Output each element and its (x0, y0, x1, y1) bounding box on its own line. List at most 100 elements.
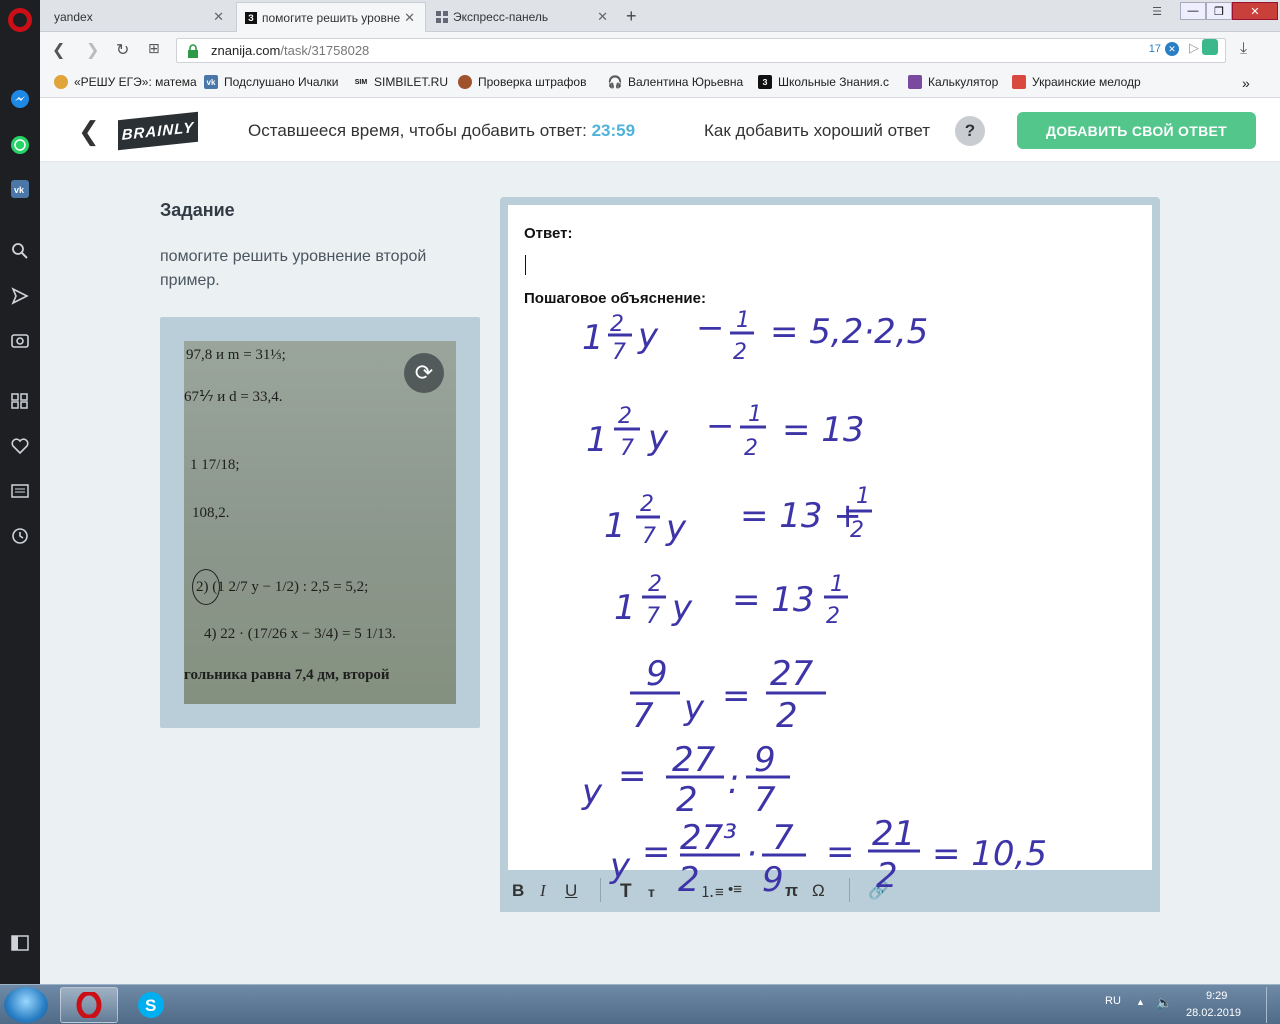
taskbar-skype[interactable]: S (122, 987, 180, 1023)
messenger-icon[interactable] (9, 88, 31, 110)
text-large-button[interactable]: T (620, 881, 632, 903)
back-button[interactable]: ❮ (52, 40, 65, 60)
search-icon[interactable] (9, 240, 31, 262)
photo-line: 108,2. (192, 505, 230, 521)
reload-button[interactable]: ↻ (116, 40, 129, 60)
timer-label: Оставшееся время, чтобы добавить ответ: (248, 121, 587, 140)
photo-line: 97,8 и m = 31⅓; (186, 347, 286, 363)
numbered-list-icon[interactable]: ⒈≡ (700, 881, 724, 902)
bookmark-item[interactable]: «РЕШУ ЕГЭ»: матема (54, 75, 197, 89)
news-icon[interactable] (9, 480, 31, 502)
brainly-logo[interactable]: BRAINLY (118, 111, 198, 151)
sidebar-toggle-icon[interactable] (9, 932, 31, 954)
bookmark-label: Подслушано Ичалки (224, 75, 339, 89)
text-caret (525, 255, 526, 275)
bookmark-item[interactable]: 🎧 Валентина Юрьевна (608, 75, 744, 89)
minimize-button[interactable]: — (1180, 2, 1206, 20)
maximize-button[interactable]: ❐ (1206, 2, 1232, 20)
language-indicator[interactable]: RU (1105, 995, 1121, 1007)
adblock-icon[interactable]: ✕ (1165, 42, 1179, 56)
howto-link[interactable]: Как добавить хороший ответ (704, 121, 930, 141)
new-tab-button[interactable]: + (626, 6, 637, 27)
bold-button[interactable]: B (512, 881, 524, 901)
send-icon[interactable] (9, 285, 31, 307)
omega-button[interactable]: Ω (812, 881, 825, 901)
answer-editor[interactable]: Ответ: Пошаговое объяснение: (508, 205, 1152, 870)
whatsapp-icon[interactable] (9, 134, 31, 156)
add-answer-button[interactable]: ДОБАВИТЬ СВОЙ ОТВЕТ (1017, 112, 1256, 149)
bookmark-label: Украинские мелодр (1032, 75, 1141, 89)
close-icon[interactable]: ✕ (404, 10, 415, 26)
url-path: /task/31758028 (280, 43, 370, 58)
forward-button[interactable]: ❯ (86, 40, 99, 60)
brainly-header: ❮ BRAINLY Оставшееся время, чтобы добави… (40, 100, 1280, 162)
calculator-icon (908, 75, 922, 89)
history-icon[interactable] (9, 525, 31, 547)
answer-label: Ответ: (524, 225, 573, 242)
underline-button[interactable]: U (565, 881, 577, 901)
vpn-icon[interactable] (1202, 39, 1218, 55)
bookmark-item[interactable]: vk Подслушано Ичалки (204, 75, 338, 89)
vk-icon[interactable]: vk (9, 178, 31, 200)
speed-dial-icon[interactable] (9, 390, 31, 412)
lock-icon (188, 44, 198, 58)
tab-znanija[interactable]: З помогите решить уровне ✕ (236, 2, 426, 32)
url-field[interactable]: znanija.com/task/31758028 17 ✕ ▷ ♡ (176, 38, 1226, 63)
tab-menu-icon[interactable]: ☰ (1146, 2, 1168, 20)
help-icon[interactable]: ? (955, 116, 985, 146)
photo-line: 1 17/18; (190, 457, 240, 473)
bookmark-item[interactable]: Проверка штрафов (458, 75, 586, 89)
bookmarks-more-icon[interactable]: » (1242, 75, 1250, 91)
page-body: Задание помогите решить уровнение второй… (40, 162, 1280, 984)
timer-info: Оставшееся время, чтобы добавить ответ: … (248, 121, 635, 141)
show-desktop-button[interactable] (1266, 987, 1278, 1023)
close-window-button[interactable]: ✕ (1232, 2, 1278, 20)
url-domain: znanija.com (211, 43, 281, 58)
photo-line: 4) 22 · (17/26 x − 3/4) = 5 1/13. (204, 626, 396, 642)
sim-icon: SIM (354, 78, 368, 86)
chevron-left-icon[interactable]: ❮ (78, 116, 100, 147)
attachment-icon[interactable]: 🔗 (868, 881, 889, 901)
grid-icon (436, 11, 448, 23)
bookmark-item[interactable]: Украинские мелодр (1012, 75, 1141, 89)
rotate-icon[interactable]: ⟳ (404, 353, 444, 393)
tab-express-panel[interactable]: Экспресс-панель ✕ (428, 2, 618, 32)
tabs-grid-icon[interactable]: ⊞ (148, 40, 160, 57)
svg-text:S: S (145, 996, 156, 1015)
timer-value: 23:59 (591, 121, 636, 140)
tab-yandex[interactable]: yandex ✕ (46, 2, 234, 32)
os-taskbar: S RU ▲ 🔈 9:29 28.02.2019 (0, 984, 1280, 1024)
volume-icon[interactable]: 🔈 (1156, 995, 1172, 1011)
italic-button[interactable]: I (540, 881, 546, 901)
camera-icon[interactable] (9, 329, 31, 351)
bookmark-label: SIMBILET.RU (374, 75, 449, 89)
opera-logo-icon[interactable] (8, 8, 32, 32)
clock-date[interactable]: 28.02.2019 (1186, 1007, 1241, 1019)
pi-button[interactable]: π (785, 881, 798, 901)
adblock-count[interactable]: 17 (1149, 43, 1161, 55)
task-photo[interactable]: 97,8 и m = 31⅓; 67⅐ и d = 33,4. 1 17/18;… (184, 341, 456, 704)
close-icon[interactable]: ✕ (597, 9, 608, 25)
emblem-icon (458, 75, 472, 89)
bullet-list-icon[interactable]: •≡ (728, 881, 742, 898)
tab-label: Экспресс-панель (453, 10, 549, 24)
send-page-icon[interactable]: ▷ (1189, 40, 1199, 56)
start-button[interactable] (4, 987, 48, 1023)
bookmark-item[interactable]: Калькулятор (908, 75, 998, 89)
text-small-button[interactable]: т (648, 884, 655, 900)
download-icon[interactable]: ⤓ (1240, 40, 1247, 58)
answer-editor-panel: Ответ: Пошаговое объяснение: B I U T т ⒈… (500, 197, 1160, 912)
bookmark-label: Проверка штрафов (478, 75, 587, 89)
photo-circle-mark (192, 569, 220, 605)
address-bar: ❮ ❯ ↻ ⊞ znanija.com/task/31758028 17 ✕ ▷… (40, 32, 1280, 68)
heart-icon[interactable] (9, 435, 31, 457)
taskbar-opera[interactable] (60, 987, 118, 1023)
clock-time[interactable]: 9:29 (1206, 990, 1227, 1002)
bookmark-item[interactable]: З Школьные Знания.с (758, 75, 889, 89)
editor-toolbar: B I U T т ⒈≡ •≡ π Ω 🔗 (500, 870, 1160, 912)
znanija-favicon-icon: З (245, 11, 257, 24)
vk-icon: vk (204, 75, 218, 89)
tray-arrow-icon[interactable]: ▲ (1136, 997, 1145, 1007)
bookmark-item[interactable]: SIM SIMBILET.RU (354, 75, 448, 89)
close-icon[interactable]: ✕ (213, 9, 224, 25)
